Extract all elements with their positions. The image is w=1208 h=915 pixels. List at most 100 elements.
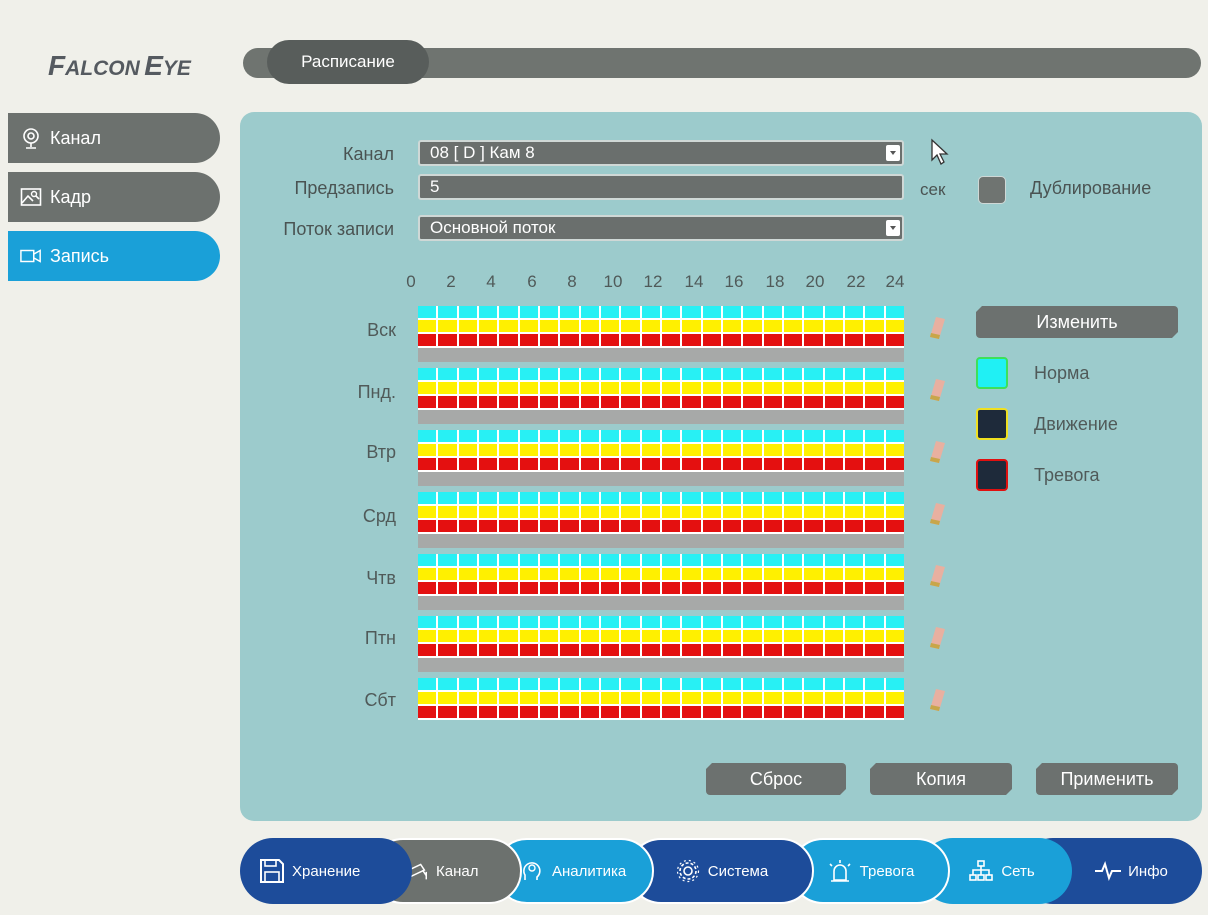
hour-cell[interactable] <box>763 492 784 504</box>
hour-cell[interactable] <box>743 520 764 532</box>
hour-cell[interactable] <box>641 492 662 504</box>
hour-cell[interactable] <box>763 554 784 566</box>
hour-cell[interactable] <box>682 568 703 580</box>
hour-cell[interactable] <box>519 616 540 628</box>
hour-cell[interactable] <box>560 582 581 594</box>
hour-cell[interactable] <box>865 492 886 504</box>
hour-cell[interactable] <box>478 430 500 442</box>
hour-cell[interactable] <box>824 692 845 704</box>
hour-cell[interactable] <box>580 630 601 642</box>
hour-cell[interactable] <box>600 678 622 690</box>
hour-cell[interactable] <box>743 506 764 518</box>
hour-cell[interactable] <box>804 368 825 380</box>
hour-cell[interactable] <box>621 430 642 442</box>
hour-cell[interactable] <box>478 458 500 470</box>
hour-cell[interactable] <box>763 320 784 332</box>
hour-cell[interactable] <box>783 492 805 504</box>
hour-cell[interactable] <box>702 492 723 504</box>
hour-cell[interactable] <box>621 520 642 532</box>
hour-cell[interactable] <box>783 678 805 690</box>
hour-cell[interactable] <box>600 630 622 642</box>
hour-cell[interactable] <box>682 458 703 470</box>
hour-cell[interactable] <box>600 492 622 504</box>
hour-cell[interactable] <box>478 644 500 656</box>
hour-cell[interactable] <box>499 692 520 704</box>
normal-record-band[interactable] <box>418 368 904 382</box>
sidebar-item-frame[interactable]: Кадр <box>8 172 220 222</box>
hour-cell[interactable] <box>458 444 479 456</box>
hour-cell[interactable] <box>519 630 540 642</box>
hour-cell[interactable] <box>418 368 439 380</box>
hour-cell[interactable] <box>580 678 601 690</box>
hour-cell[interactable] <box>722 430 744 442</box>
hour-cell[interactable] <box>783 306 805 318</box>
schedule-day-row[interactable] <box>418 492 904 548</box>
nav-storage[interactable]: Хранение <box>240 838 412 904</box>
hour-cell[interactable] <box>438 430 459 442</box>
hour-cell[interactable] <box>539 458 561 470</box>
hour-cell[interactable] <box>560 554 581 566</box>
hour-cell[interactable] <box>458 616 479 628</box>
hour-cell[interactable] <box>763 382 784 394</box>
channel-select[interactable]: 08 [ D ] Кам 8 <box>418 140 904 166</box>
hour-cell[interactable] <box>865 692 886 704</box>
hour-cell[interactable] <box>641 334 662 346</box>
hour-cell[interactable] <box>824 306 845 318</box>
hour-cell[interactable] <box>885 320 904 332</box>
alarm-record-band[interactable] <box>418 706 904 720</box>
hour-cell[interactable] <box>743 616 764 628</box>
copy-button[interactable]: Копия <box>870 763 1012 795</box>
hour-cell[interactable] <box>418 616 439 628</box>
hour-cell[interactable] <box>722 492 744 504</box>
hour-cell[interactable] <box>478 396 500 408</box>
hour-cell[interactable] <box>560 382 581 394</box>
hour-cell[interactable] <box>722 678 744 690</box>
hour-cell[interactable] <box>702 368 723 380</box>
hour-cell[interactable] <box>682 554 703 566</box>
hour-cell[interactable] <box>641 444 662 456</box>
chevron-down-icon[interactable] <box>886 220 900 236</box>
eraser-icon[interactable] <box>928 626 946 650</box>
hour-cell[interactable] <box>478 568 500 580</box>
hour-cell[interactable] <box>580 692 601 704</box>
hour-cell[interactable] <box>418 382 439 394</box>
hour-cell[interactable] <box>661 630 683 642</box>
hour-cell[interactable] <box>600 644 622 656</box>
hour-cell[interactable] <box>844 554 866 566</box>
hour-cell[interactable] <box>539 430 561 442</box>
hour-cell[interactable] <box>865 630 886 642</box>
hour-cell[interactable] <box>824 444 845 456</box>
hour-cell[interactable] <box>621 630 642 642</box>
hour-cell[interactable] <box>804 616 825 628</box>
hour-cell[interactable] <box>539 382 561 394</box>
hour-cell[interactable] <box>661 334 683 346</box>
hour-cell[interactable] <box>824 506 845 518</box>
hour-cell[interactable] <box>722 444 744 456</box>
hour-cell[interactable] <box>661 582 683 594</box>
eraser-icon[interactable] <box>928 316 946 340</box>
hour-cell[interactable] <box>641 568 662 580</box>
hour-cell[interactable] <box>865 382 886 394</box>
hour-cell[interactable] <box>580 644 601 656</box>
hour-cell[interactable] <box>478 320 500 332</box>
hour-cell[interactable] <box>783 368 805 380</box>
hour-cell[interactable] <box>499 492 520 504</box>
motion-record-band[interactable] <box>418 382 904 396</box>
sidebar-item-record[interactable]: Запись <box>8 231 220 281</box>
hour-cell[interactable] <box>539 320 561 332</box>
hour-cell[interactable] <box>600 506 622 518</box>
hour-cell[interactable] <box>661 396 683 408</box>
hour-cell[interactable] <box>539 644 561 656</box>
hour-cell[interactable] <box>539 692 561 704</box>
hour-cell[interactable] <box>458 568 479 580</box>
hour-cell[interactable] <box>621 678 642 690</box>
hour-cell[interactable] <box>763 506 784 518</box>
hour-cell[interactable] <box>539 368 561 380</box>
hour-cell[interactable] <box>702 630 723 642</box>
schedule-day-row[interactable] <box>418 678 904 720</box>
hour-cell[interactable] <box>641 616 662 628</box>
hour-cell[interactable] <box>519 644 540 656</box>
hour-cell[interactable] <box>621 644 642 656</box>
hour-cell[interactable] <box>824 582 845 594</box>
hour-cell[interactable] <box>865 334 886 346</box>
